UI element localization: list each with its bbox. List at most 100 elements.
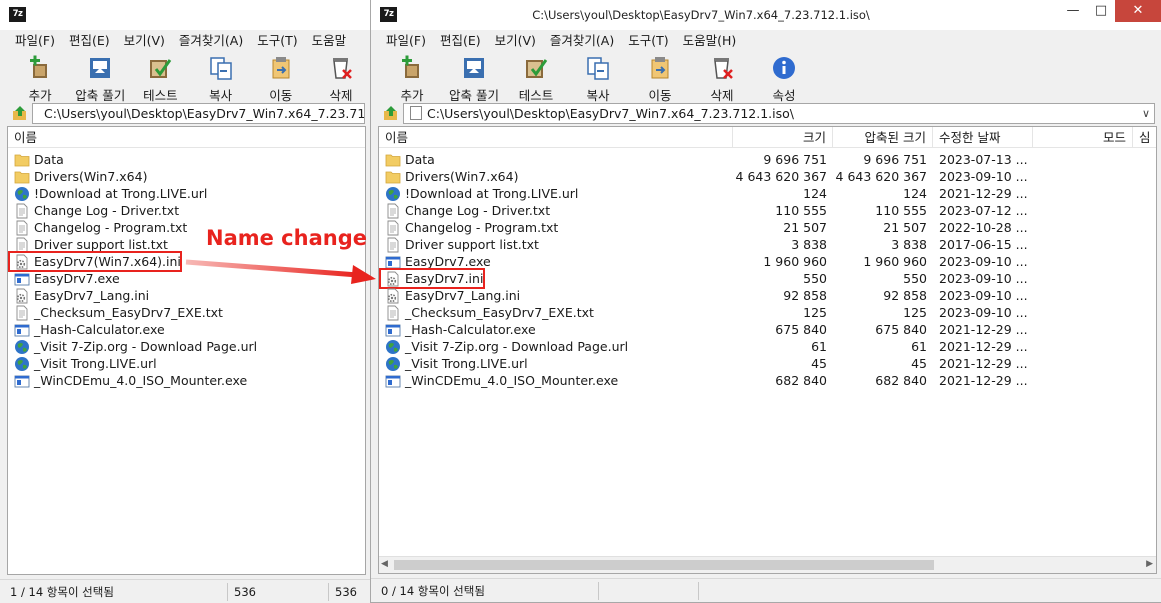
file-name: Changelog - Program.txt <box>405 220 559 235</box>
exe-icon <box>385 324 401 336</box>
file-name: Drivers(Win7.x64) <box>34 169 148 184</box>
file-name-cell: _Visit 7-Zip.org - Download Page.url <box>385 338 630 355</box>
file-modified: 2021-12-29 ... <box>939 322 1028 337</box>
right-extract-button[interactable]: 압축 풀기 <box>443 52 505 103</box>
file-name: Driver support list.txt <box>405 237 539 252</box>
right-column-mode[interactable]: 모드 <box>1033 127 1133 148</box>
file-row[interactable]: EasyDrv7_Lang.ini 92 858 92 858 2023-09-10 … <box>379 287 1156 304</box>
right-move-button[interactable]: 이동 <box>629 52 691 103</box>
file-row[interactable]: _WinCDEmu_4.0_ISO_Mounter.exe <box>8 372 365 389</box>
file-row[interactable]: _Visit Trong.LIVE.url 45 45 2021-12-29 ... <box>379 355 1156 372</box>
right-column-name[interactable]: 이름 <box>379 127 733 148</box>
file-name-cell: EasyDrv7_Lang.ini <box>14 287 151 304</box>
file-packed-size: 61 <box>911 339 927 354</box>
maximize-button[interactable]: □ <box>1087 0 1115 22</box>
file-row[interactable]: _Visit 7-Zip.org - Download Page.url <box>8 338 365 355</box>
file-row[interactable]: _Visit Trong.LIVE.url <box>8 355 365 372</box>
minimize-button[interactable]: — <box>1059 0 1087 22</box>
right-address-bar: C:\Users\youl\Desktop\EasyDrv7_Win7.x64_… <box>379 102 1155 124</box>
file-row[interactable]: _Visit 7-Zip.org - Download Page.url 61 61… <box>379 338 1156 355</box>
copy-icon <box>209 57 232 80</box>
right-column-extra[interactable]: 심 <box>1133 127 1156 148</box>
left-column-name[interactable]: 이름 <box>8 127 365 148</box>
right-menu-favorites[interactable]: 즐겨찾기(A) <box>543 30 621 52</box>
file-row[interactable]: _Checksum_EasyDrv7_EXE.txt <box>8 304 365 321</box>
right-properties-button[interactable]: 속성 <box>753 52 815 103</box>
file-row[interactable]: Data 9 696 751 9 696 751 2023-07-13 ... <box>379 151 1156 168</box>
file-modified: 2023-09-10 ... <box>939 254 1028 269</box>
left-move-button[interactable]: 이동 <box>251 52 311 103</box>
file-size: 92 858 <box>783 288 827 303</box>
right-horizontal-scrollbar[interactable]: ◀ ▶ <box>379 556 1156 573</box>
left-menu-view[interactable]: 보기(V) <box>117 30 172 52</box>
right-menu-file[interactable]: 파일(F) <box>379 30 433 52</box>
right-menu-tools[interactable]: 도구(T) <box>621 30 675 52</box>
left-menu-edit[interactable]: 편집(E) <box>62 30 117 52</box>
file-packed-size: 45 <box>911 356 927 371</box>
file-row[interactable]: _Checksum_EasyDrv7_EXE.txt 125 125 2023-09-… <box>379 304 1156 321</box>
right-column-modified[interactable]: 수정한 날짜 <box>933 127 1033 148</box>
file-row[interactable]: EasyDrv7.ini 550 550 2023-09-10 ... <box>379 268 1156 289</box>
right-title-bar[interactable]: 7z C:\Users\youl\Desktop\EasyDrv7_Win7.x… <box>371 0 1161 30</box>
left-menu-favorites[interactable]: 즐겨찾기(A) <box>172 30 250 52</box>
file-row[interactable]: Change Log - Driver.txt <box>8 202 365 219</box>
file-size: 4 643 620 367 <box>735 169 827 184</box>
text-file-icon <box>387 203 399 218</box>
left-title-bar[interactable]: 7z <box>0 0 371 30</box>
left-toolbar: 추가 압축 풀기 테스트 복사 이동 삭제 <box>0 52 371 103</box>
test-icon <box>150 59 172 78</box>
left-test-button[interactable]: 테스트 <box>130 52 190 103</box>
right-test-button[interactable]: 테스트 <box>505 52 567 103</box>
address-dropdown-icon[interactable]: ∨ <box>1138 107 1154 120</box>
right-menu-view[interactable]: 보기(V) <box>488 30 543 52</box>
scroll-thumb[interactable] <box>394 560 934 570</box>
left-copy-button[interactable]: 복사 <box>191 52 251 103</box>
right-menu-edit[interactable]: 편집(E) <box>433 30 488 52</box>
right-column-packed[interactable]: 압축된 크기 <box>833 127 933 148</box>
file-row[interactable]: _Hash-Calculator.exe 675 840 675 840 2021-1… <box>379 321 1156 338</box>
file-row[interactable]: Drivers(Win7.x64) <box>8 168 365 185</box>
right-file-list[interactable]: 이름 크기 압축된 크기 수정한 날짜 모드 심 Data 9 696 751 9 … <box>378 126 1157 574</box>
file-packed-size: 9 696 751 <box>863 152 927 167</box>
file-row[interactable]: Data <box>8 151 365 168</box>
file-row[interactable]: _WinCDEmu_4.0_ISO_Mounter.exe 682 840 682 … <box>379 372 1156 389</box>
left-delete-button[interactable]: 삭제 <box>311 52 371 103</box>
file-row[interactable]: EasyDrv7(Win7.x64).ini <box>8 251 365 272</box>
file-row[interactable]: Driver support list.txt 3 838 3 838 2017-06… <box>379 236 1156 253</box>
right-column-size[interactable]: 크기 <box>733 127 833 148</box>
left-file-list[interactable]: 이름 Data Drivers(Win7.x64) !Download at Tro… <box>7 126 366 575</box>
right-copy-button[interactable]: 복사 <box>567 52 629 103</box>
left-extract-button[interactable]: 압축 풀기 <box>70 52 130 103</box>
file-row[interactable]: EasyDrv7.exe 1 960 960 1 960 960 2023-09-10… <box>379 253 1156 270</box>
file-size: 21 507 <box>783 220 827 235</box>
left-address-input[interactable]: C:\Users\youl\Desktop\EasyDrv7_Win7.x64_… <box>32 102 365 124</box>
left-menu-help[interactable]: 도움말 <box>305 30 354 52</box>
file-name-cell: Change Log - Driver.txt <box>14 202 181 219</box>
left-add-button[interactable]: 추가 <box>10 52 70 103</box>
close-button[interactable]: ✕ <box>1115 0 1161 22</box>
right-add-button[interactable]: 추가 <box>381 52 443 103</box>
file-name: Changelog - Program.txt <box>34 220 188 235</box>
file-name: Data <box>405 152 435 167</box>
left-menu-file[interactable]: 파일(F) <box>8 30 62 52</box>
file-row[interactable]: _Hash-Calculator.exe <box>8 321 365 338</box>
exe-icon <box>14 324 30 336</box>
file-row[interactable]: Change Log - Driver.txt 110 555 110 555 202… <box>379 202 1156 219</box>
file-row[interactable]: !Download at Trong.LIVE.url 124 124 2021-12… <box>379 185 1156 202</box>
file-row[interactable]: Drivers(Win7.x64) 4 643 620 367 4 643 620 … <box>379 168 1156 185</box>
extract-icon <box>464 58 484 78</box>
left-up-folder-button[interactable] <box>8 102 32 124</box>
file-row[interactable]: Changelog - Program.txt 21 507 21 507 2022-… <box>379 219 1156 236</box>
file-row[interactable]: EasyDrv7_Lang.ini <box>8 287 365 304</box>
right-delete-button[interactable]: 삭제 <box>691 52 753 103</box>
scroll-left-icon[interactable]: ◀ <box>381 559 388 569</box>
right-up-folder-button[interactable] <box>379 102 403 124</box>
right-menu-help[interactable]: 도움말(H) <box>676 30 744 52</box>
file-row[interactable]: !Download at Trong.LIVE.url <box>8 185 365 202</box>
scroll-right-icon[interactable]: ▶ <box>1146 559 1153 569</box>
file-name-cell: _WinCDEmu_4.0_ISO_Mounter.exe <box>385 372 620 389</box>
right-address-input[interactable]: C:\Users\youl\Desktop\EasyDrv7_Win7.x64_… <box>403 102 1155 124</box>
file-name-cell: _Checksum_EasyDrv7_EXE.txt <box>385 304 596 321</box>
file-row[interactable]: EasyDrv7.exe <box>8 270 365 287</box>
left-menu-tools[interactable]: 도구(T) <box>250 30 304 52</box>
